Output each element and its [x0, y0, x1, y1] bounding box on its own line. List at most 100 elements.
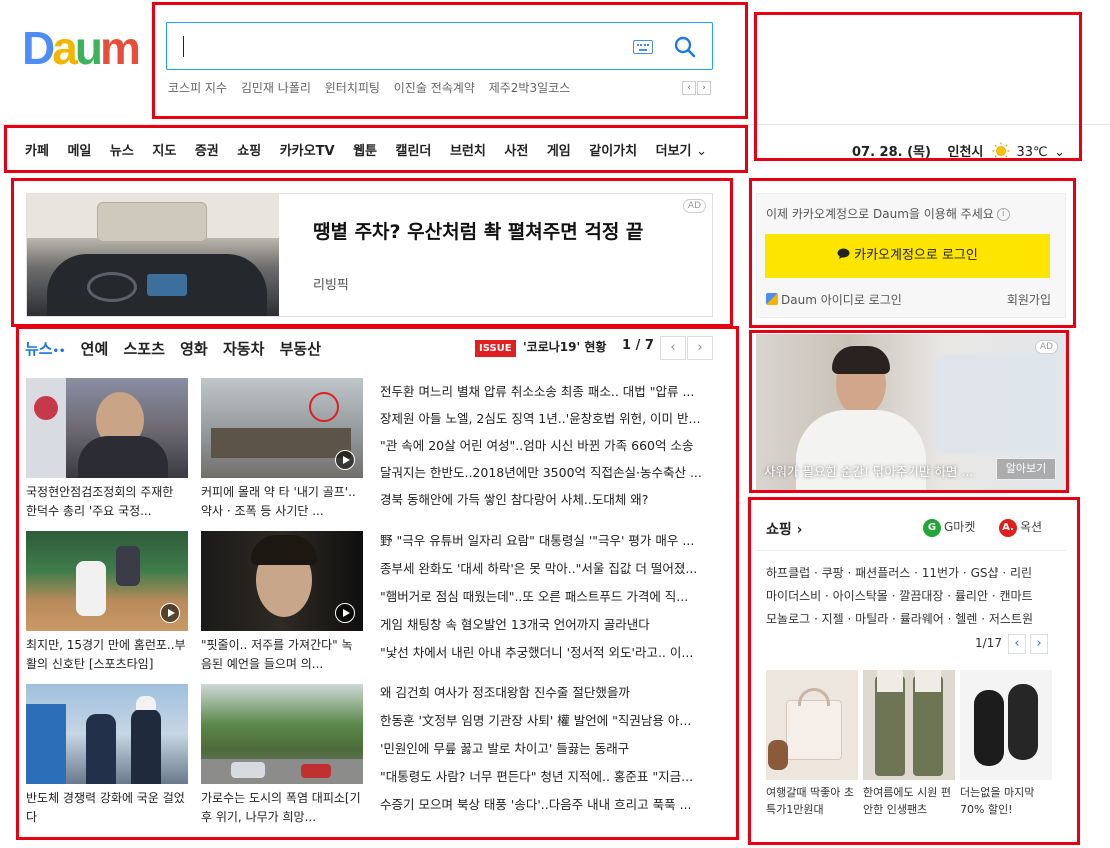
- trending-keyword[interactable]: 윈터치피팅: [325, 81, 380, 95]
- trending-keyword[interactable]: 코스피 지수: [168, 81, 227, 95]
- news-headline[interactable]: 전두환 며느리 별채 압류 취소소송 최종 패소.. 대법 "압류 ...: [380, 383, 712, 401]
- shopping-next-button[interactable]: ›: [1030, 634, 1048, 654]
- nav-item-cafe[interactable]: 카페: [25, 140, 49, 159]
- ad-banner[interactable]: 땡볕 주차? 우산처럼 촥 펼쳐주면 걱정 끝 리빙픽 AD: [26, 193, 713, 317]
- auction-link[interactable]: A. 옥션: [999, 518, 1042, 537]
- shopping-mall-row[interactable]: 모놀로그 · 지젤 · 마틸라 · 률라웨어 · 헬렌 · 저스트원: [766, 608, 1066, 631]
- shopping-title[interactable]: 쇼핑 ›: [766, 519, 802, 539]
- product-card[interactable]: 더는없을 마지막 70% 할인!: [960, 670, 1052, 818]
- side-ad-learn-more-button[interactable]: 알아보기: [996, 458, 1056, 480]
- nav-item-map[interactable]: 지도: [152, 140, 176, 159]
- tab-sports[interactable]: 스포츠: [123, 338, 164, 359]
- news-headline[interactable]: 수증기 모으며 북상 태풍 '송다'..다음주 내내 흐리고 푹푹 ...: [380, 796, 712, 814]
- shopping-section: 쇼핑 › G G마켓 A. 옥션 하프클럽 · 쿠팡 · 패션플러스 · 11번가 …: [756, 506, 1066, 836]
- info-icon[interactable]: i: [996, 208, 1010, 221]
- news-headline[interactable]: 한동훈 '文정부 임명 기관장 사퇴' 權 발언에 "직권남용 아...: [380, 712, 712, 730]
- news-headline[interactable]: "관 속에 20살 어린 여성"..엄마 시신 바뀐 가족 660억 소송: [380, 437, 712, 455]
- nav-item-dictionary[interactable]: 사전: [504, 140, 528, 159]
- news-card[interactable]: 가로수는 도시의 폭염 대피소[기후 위기, 나무가 희망...: [201, 684, 363, 829]
- city-text: 인천시: [947, 145, 984, 160]
- nav-item-more[interactable]: 더보기 ⌄: [656, 140, 707, 159]
- gmarket-label: G마켓: [944, 520, 976, 534]
- side-ad-text: 사워가 필요한 순간! 닦아주기만 하면 ...: [764, 464, 974, 479]
- news-card[interactable]: 국정현안점검조정회의 주재한 한덕수 총리 '주요 국정...: [26, 378, 188, 523]
- nav-item-news[interactable]: 뉴스: [110, 140, 134, 159]
- nav-item-shopping[interactable]: 쇼핑: [237, 140, 261, 159]
- news-headline[interactable]: "낯선 차에서 내린 아내 추궁했더니 '정서적 외도'라고.. 이...: [380, 644, 712, 662]
- nav-item-together[interactable]: 같이가치: [589, 140, 637, 159]
- news-caption: 국정현안점검조정회의 주재한 한덕수 총리 '주요 국정...: [26, 485, 174, 518]
- product-card[interactable]: 여행갈때 딱좋아 초특가1만원대: [766, 670, 858, 818]
- news-card[interactable]: 커피에 몰래 약 타 '내기 골프'..약사 · 조폭 등 사기단 ...: [201, 378, 363, 523]
- shopping-mall-row[interactable]: 마이더스비 · 아이스탁몰 · 깔끔대장 · 률리안 · 캔마트: [766, 585, 1066, 608]
- news-caption: 커피에 몰래 약 타 '내기 골프'..약사 · 조폭 등 사기단 ...: [201, 485, 356, 518]
- ad-brand: 리빙픽: [313, 278, 349, 293]
- news-card[interactable]: 최지만, 15경기 만에 홈런포..부활의 신호탄 [스포츠타임]: [26, 531, 188, 676]
- news-headline[interactable]: 달궈지는 한반도..2018년에만 3500억 직접손실·농수축산 ...: [380, 464, 712, 482]
- news-headline[interactable]: 장제원 아들 노엘, 2심도 징역 1년..'윤창호법 위헌, 이미 반...: [380, 410, 712, 428]
- tab-entertainment[interactable]: 연예: [81, 338, 109, 359]
- highlight-box-weather: [754, 12, 1082, 161]
- service-nav: 카페 메일 뉴스 지도 증권 쇼핑 카카오TV 웹툰 캘린더 브런치 사전 게임…: [25, 140, 721, 162]
- tab-car[interactable]: 자동차: [223, 338, 264, 359]
- news-headline[interactable]: "햄버거로 점심 때웠는데"..또 오른 패스트푸드 가격에 직...: [380, 588, 712, 606]
- trending-next-button[interactable]: ›: [697, 81, 711, 95]
- speech-bubble-icon: [837, 248, 850, 259]
- nav-item-webtoon[interactable]: 웹툰: [353, 140, 377, 159]
- trending-prev-button[interactable]: ‹: [682, 81, 696, 95]
- kakao-login-label: 카카오계정으로 로그인: [854, 248, 978, 263]
- news-headline[interactable]: 野 "극우 유튜버 일자리 요람" 대통령실 '"극우' 평가 매우 ...: [380, 532, 712, 550]
- news-prev-button[interactable]: ‹: [660, 336, 686, 360]
- nav-item-kakaotv[interactable]: 카카오TV: [280, 140, 335, 159]
- news-card[interactable]: 반도체 경쟁력 강화에 국운 걸었다: [26, 684, 188, 829]
- news-headline[interactable]: 게임 채팅창 속 혐오발언 13개국 언어까지 골라낸다: [380, 616, 712, 634]
- issue-link[interactable]: '코로나19' 현황: [523, 338, 606, 355]
- keyboard-icon[interactable]: [633, 40, 653, 54]
- daum-id-login-link[interactable]: Daum 아이디로 로그인: [766, 291, 902, 308]
- news-headline[interactable]: 종부세 완화도 '대세 하락'은 못 막아.."서울 집값 더 떨어졌...: [380, 560, 712, 578]
- news-next-button[interactable]: ›: [687, 336, 713, 360]
- news-card[interactable]: "핏줄이.. 저주를 가져간다" 녹음된 예언을 들으며 의...: [201, 531, 363, 676]
- ad-headline: 땡볕 주차? 우산처럼 촥 펼쳐주면 걱정 끝: [313, 221, 644, 243]
- tab-news[interactable]: 뉴스 ••: [25, 338, 65, 359]
- signup-link[interactable]: 회원가입: [1007, 291, 1051, 308]
- date-weather[interactable]: 07. 28. (목) 인천시 33℃ ⌄: [852, 141, 1065, 160]
- search-input[interactable]: [177, 31, 617, 61]
- news-headline[interactable]: 왜 김건희 여사가 정조대왕함 진수줄 절단했을까: [380, 684, 712, 702]
- temperature-text: 33℃: [1016, 145, 1048, 160]
- news-tabs: 뉴스 •• 연예 스포츠 영화 자동차 부동산: [25, 338, 331, 359]
- kakao-login-button[interactable]: 카카오계정으로 로그인: [765, 234, 1050, 278]
- side-ad-person-hair: [832, 346, 890, 374]
- nav-item-stock[interactable]: 증권: [195, 140, 219, 159]
- shopping-prev-button[interactable]: ‹: [1008, 634, 1026, 654]
- tab-realestate[interactable]: 부동산: [280, 338, 321, 359]
- search-icon[interactable]: [672, 34, 698, 60]
- product-card[interactable]: 한여름에도 시원 편안한 인생팬츠: [863, 670, 955, 818]
- trending-keyword[interactable]: 이진술 전속계약: [394, 81, 475, 95]
- shopping-mall-row[interactable]: 하프클럽 · 쿠팡 · 패션플러스 · 11번가 · GS샵 · 리린: [766, 562, 1066, 585]
- news-thumbnail: [26, 684, 188, 784]
- trending-keyword[interactable]: 제주2박3일코스: [489, 81, 571, 95]
- auction-label: 옥션: [1020, 520, 1043, 534]
- side-ad[interactable]: AD 사워가 필요한 순간! 닦아주기만 하면 ... 알아보기: [756, 334, 1066, 490]
- nav-item-brunch[interactable]: 브런치: [450, 140, 486, 159]
- login-box: 이제 카카오계정으로 Daum을 이용해 주세요 i 카카오계정으로 로그인 Da…: [756, 193, 1066, 318]
- news-headline[interactable]: 경북 동해안에 가득 쌓인 참다랑어 사체..도대체 왜?: [380, 491, 712, 509]
- news-headline[interactable]: '민원인에 무릎 꿇고 발로 차이고' 들끓는 동래구: [380, 740, 712, 758]
- logo-letter-d: D: [22, 22, 55, 74]
- gmarket-link[interactable]: G G마켓: [923, 518, 975, 537]
- daum-logo[interactable]: Daum: [22, 22, 150, 74]
- trending-keyword[interactable]: 김민재 나폴리: [241, 81, 311, 95]
- text-caret: [183, 36, 184, 57]
- nav-more-label: 더보기: [655, 144, 692, 159]
- shopping-mall-list: 하프클럽 · 쿠팡 · 패션플러스 · 11번가 · GS샵 · 리린 마이더스…: [766, 562, 1066, 631]
- nav-item-calendar[interactable]: 캘린더: [396, 140, 432, 159]
- nav-item-game[interactable]: 게임: [547, 140, 571, 159]
- news-thumbnail: [201, 378, 363, 478]
- news-headline[interactable]: "대통령도 사람? 너무 편든다" 청년 지적에.. 홍준표 "지금...: [380, 768, 712, 786]
- product-image: [863, 670, 955, 780]
- tab-movie[interactable]: 영화: [180, 338, 208, 359]
- divider: [756, 550, 1066, 551]
- nav-item-mail[interactable]: 메일: [67, 140, 91, 159]
- shopping-page-indicator: 1/17: [975, 636, 1002, 650]
